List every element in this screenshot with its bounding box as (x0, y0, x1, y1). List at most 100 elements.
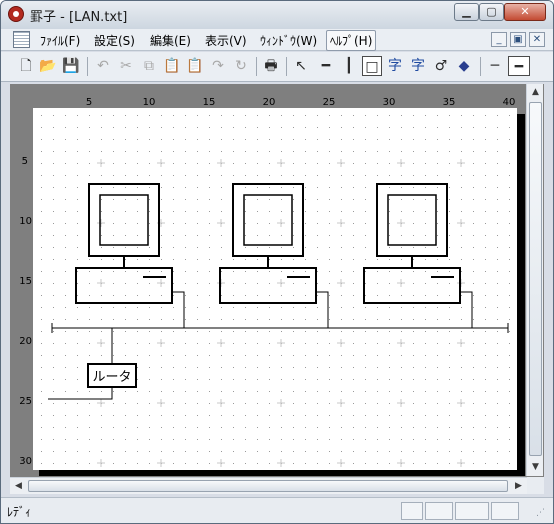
select-arrow-icon[interactable]: ↖ (291, 56, 311, 76)
scroll-left-arrow-icon[interactable]: ◀ (10, 478, 27, 495)
grid-dot (353, 211, 354, 212)
text-tool-icon[interactable]: 字 (385, 56, 405, 76)
grid-dot (365, 439, 366, 440)
save-icon[interactable]: 💾 (61, 56, 81, 76)
grid-dot (209, 139, 210, 140)
grid-dot (425, 355, 426, 356)
grid-dot (365, 187, 366, 188)
grid-dot (197, 415, 198, 416)
grid-dot (377, 283, 378, 284)
grid-dot (305, 403, 306, 404)
grid-dot (113, 271, 114, 272)
menu-view[interactable]: 表示(V) (202, 32, 250, 49)
app-logo-icon[interactable] (8, 6, 24, 22)
drawing-canvas[interactable]: 5 10 15 20 25 30 35 40 5 10 15 20 25 30 (10, 84, 526, 477)
grid-dot (305, 307, 306, 308)
connector-icon[interactable]: ♂ (431, 56, 451, 76)
vertical-scroll-thumb[interactable] (529, 102, 542, 456)
grid-dot (113, 319, 114, 320)
mdi-restore-button[interactable]: ▣ (510, 32, 526, 47)
paste-icon[interactable]: 📋 (162, 56, 182, 76)
copy-icon[interactable]: ⧉ (139, 56, 159, 76)
grid-dot (353, 259, 354, 260)
grid-dot (437, 415, 438, 416)
grid-dot (197, 439, 198, 440)
grid-dot (269, 139, 270, 140)
grid-dot (509, 415, 510, 416)
grid-dot (353, 415, 354, 416)
grid-dot (161, 259, 162, 260)
grid-dot (113, 403, 114, 404)
grid-dot (485, 247, 486, 248)
menu-file[interactable]: ﾌｧｲﾙ(F) (37, 32, 83, 49)
menu-edit[interactable]: 編集(E) (147, 32, 194, 49)
grid-dot (269, 331, 270, 332)
menu-help[interactable]: ﾍﾙﾌﾟ(H) (326, 30, 377, 51)
horizontal-scrollbar[interactable]: ◀ ▶ (10, 477, 527, 494)
cut-icon[interactable]: ✂ (116, 56, 136, 76)
redo-icon[interactable]: ↷ (208, 56, 228, 76)
grid-dot (161, 247, 162, 248)
repeat-icon[interactable]: ↻ (231, 56, 251, 76)
minimize-button[interactable]: ▁ (454, 3, 479, 21)
grid-dot (101, 319, 102, 320)
grid-dot (185, 343, 186, 344)
grid-dot (509, 379, 510, 380)
eraser-icon[interactable]: ◆ (454, 56, 474, 76)
title-bar[interactable]: 罫子 - [LAN.txt] ▁ ▢ ✕ (1, 1, 553, 29)
grid-dot (329, 367, 330, 368)
rectangle-icon[interactable]: □ (362, 56, 382, 76)
text-tool-2-icon[interactable]: 字 (408, 56, 428, 76)
menu-settings[interactable]: 設定(S) (91, 32, 138, 49)
document-grid-icon[interactable] (13, 31, 30, 48)
grid-dot (65, 367, 66, 368)
mdi-close-button[interactable]: ✕ (529, 32, 545, 47)
grid-dot (341, 139, 342, 140)
grid-dot (473, 187, 474, 188)
vertical-line-icon[interactable]: ┃ (339, 56, 359, 76)
grid-dot (365, 307, 366, 308)
menu-window[interactable]: ｳｨﾝﾄﾞｳ(W) (257, 32, 320, 49)
horizontal-line-icon[interactable]: ━ (316, 56, 336, 76)
new-file-icon[interactable]: 🗋 (16, 56, 36, 76)
status-panel (401, 502, 423, 520)
grid-dot (113, 463, 114, 464)
grid-dot (389, 247, 390, 248)
grid-dot (41, 319, 42, 320)
resize-grip-icon[interactable]: ⋰ (536, 508, 545, 518)
maximize-button[interactable]: ▢ (479, 3, 504, 21)
undo-icon[interactable]: ↶ (93, 56, 113, 76)
scroll-right-arrow-icon[interactable]: ▶ (510, 478, 527, 495)
scroll-down-arrow-icon[interactable]: ▼ (527, 459, 544, 476)
grid-dot (293, 367, 294, 368)
grid-dot (449, 187, 450, 188)
thick-line-icon[interactable]: ━ (508, 56, 530, 76)
grid-dot (329, 451, 330, 452)
open-folder-icon[interactable]: 📂 (38, 56, 58, 76)
paste-special-icon[interactable]: 📋 (185, 56, 205, 76)
grid-dot (293, 175, 294, 176)
grid-dot (401, 187, 402, 188)
grid-dot (233, 127, 234, 128)
thin-line-icon[interactable]: ─ (485, 56, 505, 76)
close-button[interactable]: ✕ (504, 3, 546, 21)
print-icon[interactable]: 🖶 (261, 56, 281, 76)
vertical-scrollbar[interactable]: ▲ ▼ (526, 84, 543, 476)
grid-dot (509, 139, 510, 140)
grid-dot (245, 391, 246, 392)
grid-dot (389, 271, 390, 272)
scroll-up-arrow-icon[interactable]: ▲ (527, 84, 544, 101)
grid-dot (77, 463, 78, 464)
grid-dot (461, 379, 462, 380)
grid-dot (329, 247, 330, 248)
grid-dot (257, 367, 258, 368)
mdi-minimize-button[interactable]: _ (491, 32, 507, 47)
grid-dot (137, 127, 138, 128)
grid-dot (101, 355, 102, 356)
toolbar-separator (286, 57, 287, 76)
grid-dot (317, 151, 318, 152)
grid-dot (437, 295, 438, 296)
horizontal-scroll-thumb[interactable] (28, 480, 508, 492)
grid-dot (257, 223, 258, 224)
grid-dot (401, 319, 402, 320)
